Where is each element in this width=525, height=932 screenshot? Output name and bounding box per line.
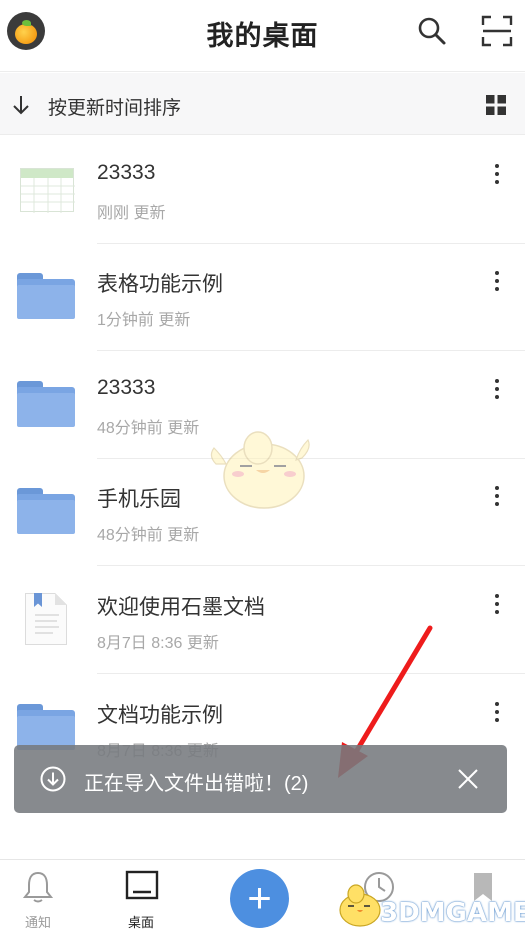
plus-icon: + [247,874,272,921]
close-icon[interactable] [456,767,480,791]
file-meta: 48分钟前 更新 [97,527,200,544]
folder-icon [17,704,75,750]
more-options-icon[interactable] [485,700,509,724]
add-button[interactable]: + [230,869,289,928]
file-name: 23333 [97,161,156,184]
watermark-chick-icon [339,884,381,927]
tab-label: 通知 [24,915,51,930]
download-circle-icon [40,766,66,792]
watermark-text: 3DMGAME [380,898,525,928]
folder-icon [17,381,75,427]
more-options-icon[interactable] [485,269,509,293]
file-name: 手机乐园 [97,488,181,511]
scan-icon[interactable] [480,14,514,48]
folder-icon [17,273,75,319]
arrow-down-icon [13,96,29,115]
tab-notifications[interactable]: 通知 [0,860,78,932]
file-meta: 1分钟前 更新 [97,312,191,329]
file-name: 欢迎使用石墨文档 [97,596,265,619]
more-options-icon[interactable] [485,162,509,186]
spreadsheet-icon [20,168,75,213]
sort-bar[interactable]: 按更新时间排序 [0,73,525,135]
tab-desktop[interactable]: 桌面 [101,860,181,932]
app-header: 我的桌面 [0,0,525,72]
chick-mascot-icon [210,431,310,509]
list-item[interactable]: 23333 刚刚 更新 [0,136,525,244]
more-options-icon[interactable] [485,484,509,508]
bell-icon [22,871,54,903]
file-name: 表格功能示例 [97,273,223,296]
desktop-icon [125,870,159,900]
list-item[interactable]: 欢迎使用石墨文档 8月7日 8:36 更新 [0,566,525,674]
file-meta: 48分钟前 更新 [97,420,200,437]
tab-label: 桌面 [127,915,154,930]
file-name: 23333 [97,376,156,399]
error-toast: 正在导入文件出错啦！(2) [14,745,507,813]
search-icon[interactable] [415,14,449,48]
more-options-icon[interactable] [485,592,509,616]
grid-view-icon[interactable] [486,95,506,115]
file-name: 文档功能示例 [97,704,223,727]
folder-icon [17,488,75,534]
file-meta: 刚刚 更新 [97,205,166,222]
list-item[interactable]: 表格功能示例 1分钟前 更新 [0,243,525,351]
document-icon [25,593,67,645]
more-options-icon[interactable] [485,377,509,401]
file-meta: 8月7日 8:36 更新 [97,635,219,652]
toast-message: 正在导入文件出错啦！(2) [84,773,309,795]
sort-label: 按更新时间排序 [48,98,182,119]
